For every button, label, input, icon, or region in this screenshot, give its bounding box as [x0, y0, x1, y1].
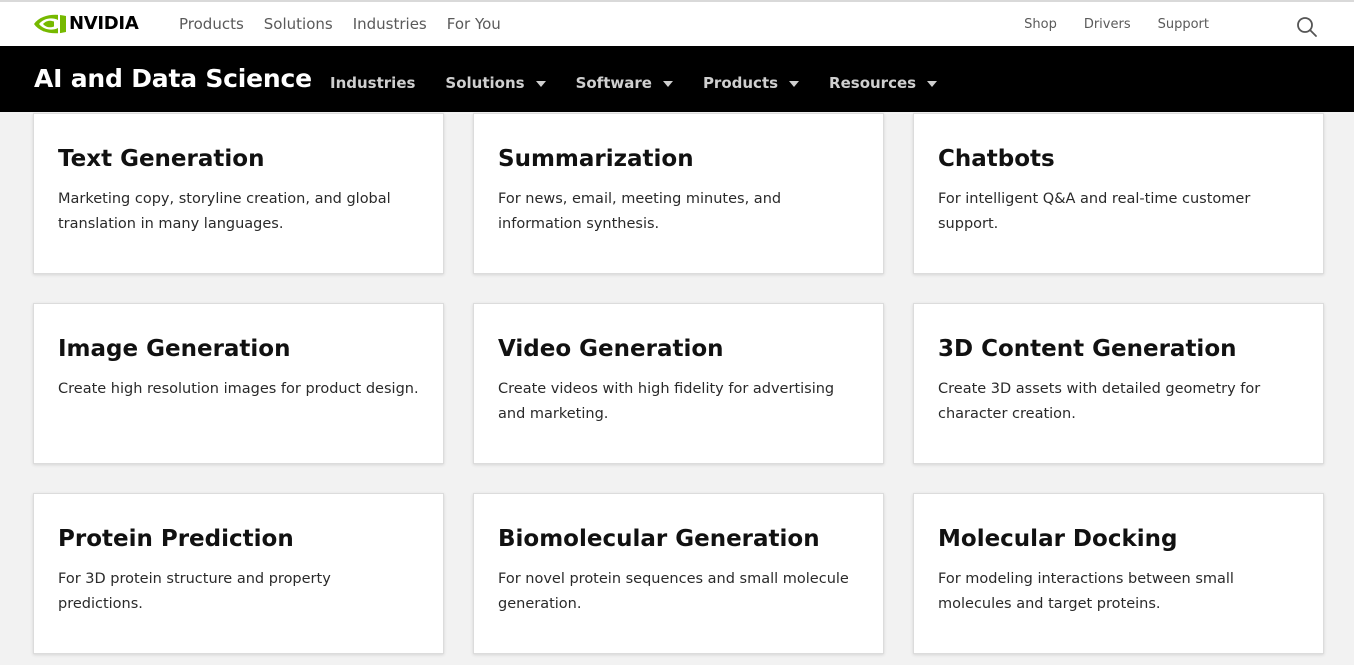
- global-nav-industries[interactable]: Industries: [353, 14, 427, 34]
- card-description: Marketing copy, storyline creation, and …: [58, 191, 391, 232]
- search-icon: [1297, 17, 1317, 37]
- card-description: For 3D protein structure and property pr…: [58, 571, 331, 612]
- card-description: For news, email, meeting minutes, and in…: [498, 191, 782, 232]
- card-title: Text Generation: [58, 146, 265, 172]
- card-description: Create high resolution images for produc…: [58, 381, 419, 397]
- card-protein-prediction[interactable]: Protein Prediction For 3D protein struct…: [33, 493, 444, 654]
- card-text-generation[interactable]: Text Generation Marketing copy, storylin…: [33, 113, 444, 274]
- card-title: Video Generation: [498, 336, 724, 362]
- card-title: Chatbots: [938, 146, 1055, 172]
- card-description: For modeling interactions between small …: [938, 571, 1234, 612]
- global-nav-primary: Products Solutions Industries For You: [179, 14, 521, 34]
- card-description: Create videos with high fidelity for adv…: [498, 381, 835, 422]
- section-nav-label: Resources: [829, 74, 917, 92]
- caret-down-icon: [535, 81, 546, 87]
- search-button[interactable]: [1296, 16, 1318, 38]
- section-nav-solutions[interactable]: Solutions: [445, 73, 546, 93]
- card-molecular-docking[interactable]: Molecular Docking For modeling interacti…: [913, 493, 1324, 654]
- nvidia-eye-icon: [34, 14, 66, 34]
- global-nav-shop[interactable]: Shop: [1024, 16, 1057, 34]
- global-nav-drivers[interactable]: Drivers: [1084, 16, 1131, 34]
- caret-down-icon: [662, 81, 673, 87]
- card-title: 3D Content Generation: [938, 336, 1237, 362]
- card-chatbots[interactable]: Chatbots For intelligent Q&A and real-ti…: [913, 113, 1324, 274]
- section-nav-links: Industries Solutions Software Products R…: [330, 73, 967, 93]
- card-description: Create 3D assets with detailed geometry …: [938, 381, 1261, 422]
- global-nav-solutions[interactable]: Solutions: [264, 14, 333, 34]
- card-biomolecular-generation[interactable]: Biomolecular Generation For novel protei…: [473, 493, 884, 654]
- caret-down-icon: [789, 81, 800, 87]
- section-nav-software[interactable]: Software: [576, 73, 673, 93]
- card-image-generation[interactable]: Image Generation Create high resolution …: [33, 303, 444, 464]
- card-summarization[interactable]: Summarization For news, email, meeting m…: [473, 113, 884, 274]
- global-nav-for-you[interactable]: For You: [447, 14, 501, 34]
- card-title: Summarization: [498, 146, 694, 172]
- card-3d-content-generation[interactable]: 3D Content Generation Create 3D assets w…: [913, 303, 1324, 464]
- global-nav-utility: Shop Drivers Support: [997, 16, 1209, 34]
- nvidia-logo[interactable]: NVIDIA: [34, 13, 139, 35]
- section-nav-label: Industries: [330, 74, 416, 92]
- section-nav-label: Products: [702, 74, 779, 92]
- section-title[interactable]: AI and Data Science: [34, 63, 312, 95]
- global-nav: NVIDIA Products Solutions Industries For…: [0, 0, 1354, 46]
- section-nav: AI and Data Science Industries Solutions…: [0, 46, 1354, 112]
- global-nav-products[interactable]: Products: [179, 14, 244, 34]
- logo-wordmark: NVIDIA: [69, 13, 139, 34]
- card-description: For novel protein sequences and small mo…: [498, 571, 849, 612]
- section-nav-label: Software: [575, 74, 652, 92]
- card-title: Biomolecular Generation: [498, 526, 820, 552]
- section-nav-resources[interactable]: Resources: [829, 73, 938, 93]
- global-nav-support[interactable]: Support: [1158, 16, 1209, 34]
- card-title: Image Generation: [58, 336, 291, 362]
- section-nav-products[interactable]: Products: [702, 73, 800, 93]
- section-nav-label: Solutions: [445, 74, 525, 92]
- card-title: Protein Prediction: [58, 526, 294, 552]
- card-description: For intelligent Q&A and real-time custom…: [938, 191, 1251, 232]
- card-video-generation[interactable]: Video Generation Create videos with high…: [473, 303, 884, 464]
- section-nav-industries[interactable]: Industries: [330, 73, 415, 93]
- card-title: Molecular Docking: [938, 526, 1178, 552]
- caret-down-icon: [927, 81, 938, 87]
